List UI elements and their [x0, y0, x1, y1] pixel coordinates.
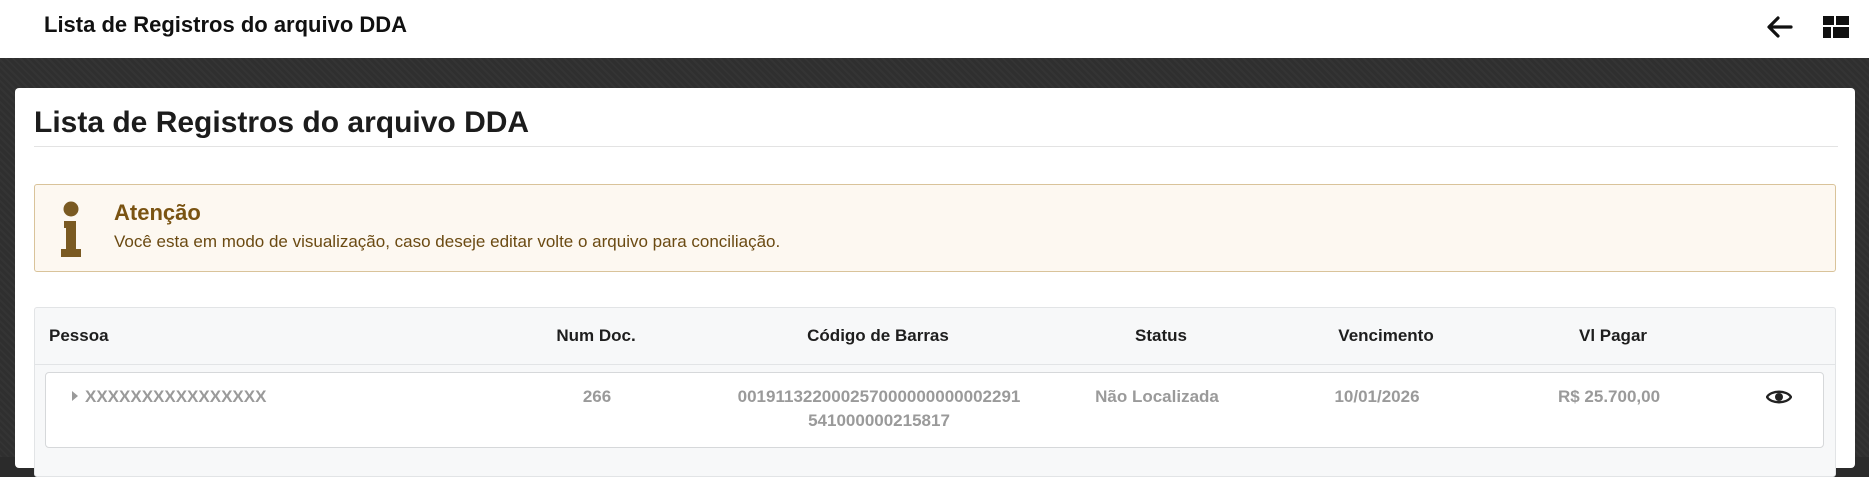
cell-vl-pagar: R$ 25.700,00 [1557, 387, 1661, 406]
alert-title: Atenção [114, 200, 201, 225]
arrow-left-icon[interactable] [1767, 16, 1793, 38]
barcode-line-1: 001911322000257000000000002291 [737, 387, 1021, 406]
header-codigo-barras[interactable]: Código de Barras [807, 326, 949, 346]
top-bar-actions [1767, 16, 1849, 38]
records-table: Pessoa Num Doc. Código de Barras Status … [34, 307, 1836, 477]
table-header: Pessoa Num Doc. Código de Barras Status … [35, 308, 1835, 365]
cell-status: Não Localizada [1095, 387, 1219, 406]
table-row[interactable]: XXXXXXXXXXXXXXXX 266 0019113220002570000… [45, 372, 1824, 448]
cell-codigo-barras: 001911322000257000000000002291 541000000… [738, 385, 1021, 433]
records-card: Lista de Registros do arquivo DDA Atençã… [15, 88, 1855, 477]
cell-vencimento: 10/01/2026 [1334, 387, 1420, 406]
barcode-line-2: 541000000215817 [808, 411, 950, 430]
info-icon [59, 201, 83, 264]
eye-icon[interactable] [1765, 388, 1793, 411]
cell-num-doc: 266 [582, 387, 612, 406]
grid-icon[interactable] [1823, 16, 1849, 38]
header-pessoa[interactable]: Pessoa [49, 326, 109, 346]
alert-message: Você esta em modo de visualização, caso … [114, 232, 781, 251]
header-vl-pagar[interactable]: Vl Pagar [1579, 326, 1647, 346]
top-bar: Lista de Registros do arquivo DDA [0, 0, 1869, 58]
header-status[interactable]: Status [1135, 326, 1187, 346]
header-num-doc[interactable]: Num Doc. [556, 326, 635, 346]
cell-pessoa: XXXXXXXXXXXXXXXX [85, 387, 267, 406]
app-title: Lista de Registros do arquivo DDA [44, 12, 408, 37]
header-vencimento[interactable]: Vencimento [1338, 326, 1433, 346]
expand-caret-icon[interactable] [72, 391, 78, 401]
page-title: Lista de Registros do arquivo DDA [34, 106, 530, 139]
content-area: Lista de Registros do arquivo DDA Atençã… [0, 58, 1869, 477]
title-divider [34, 146, 1838, 147]
warning-alert: Atenção Você esta em modo de visualizaçã… [34, 184, 1836, 272]
